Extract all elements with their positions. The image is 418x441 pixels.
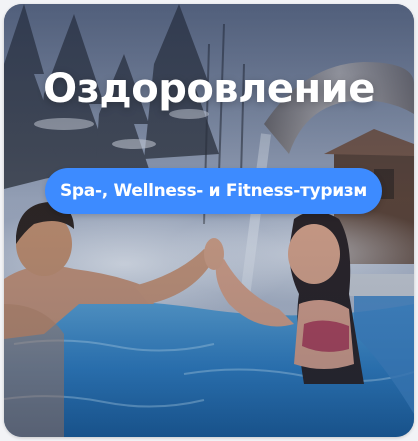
category-card-health[interactable]: Оздоровление Spa-, Wellness- и Fitness-т… bbox=[4, 4, 414, 437]
category-title: Оздоровление bbox=[43, 66, 375, 112]
spa-wellness-fitness-tag-button[interactable]: Spa-, Wellness- и Fitness-туризм bbox=[45, 168, 382, 214]
